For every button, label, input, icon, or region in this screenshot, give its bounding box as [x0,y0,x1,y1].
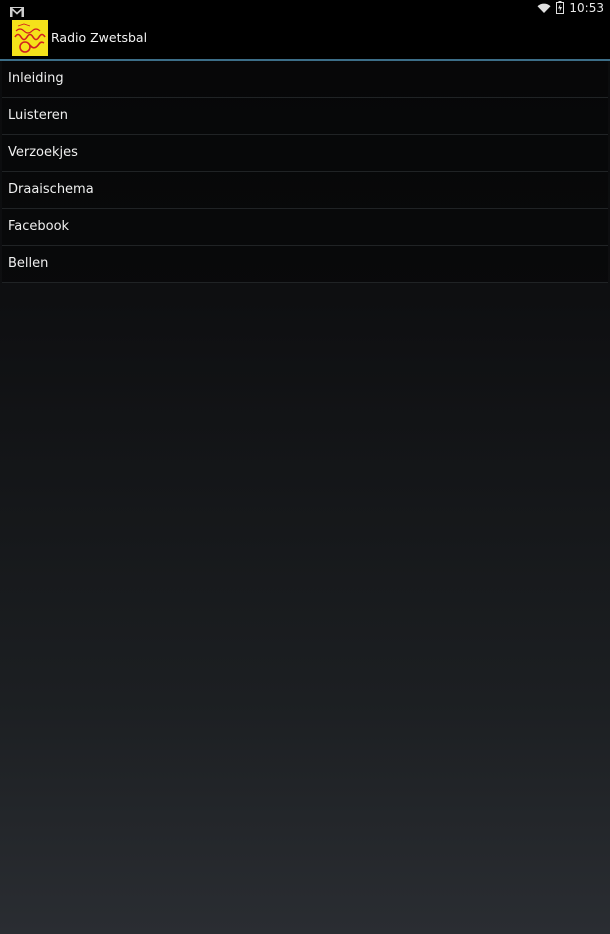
battery-charging-icon [556,0,565,18]
menu-item-bellen[interactable]: Bellen [2,246,608,283]
app-title: Radio Zwetsbal [51,30,148,45]
menu-item-draaischema[interactable]: Draaischema [2,172,608,209]
menu-item-inleiding[interactable]: Inleiding [2,61,608,98]
action-bar: Radio Zwetsbal [0,17,610,59]
radio-zwetsbal-logo[interactable] [12,20,48,56]
gmail-icon [10,3,24,18]
menu-item-verzoekjes[interactable]: Verzoekjes [2,135,608,172]
wifi-icon [537,0,551,18]
status-icons: 10:53 [537,0,604,17]
status-bar: 10:53 [0,0,610,18]
menu-item-luisteren[interactable]: Luisteren [2,98,608,135]
main-menu-list: Inleiding Luisteren Verzoekjes Draaische… [2,61,608,283]
menu-item-facebook[interactable]: Facebook [2,209,608,246]
status-clock: 10:53 [569,1,604,15]
